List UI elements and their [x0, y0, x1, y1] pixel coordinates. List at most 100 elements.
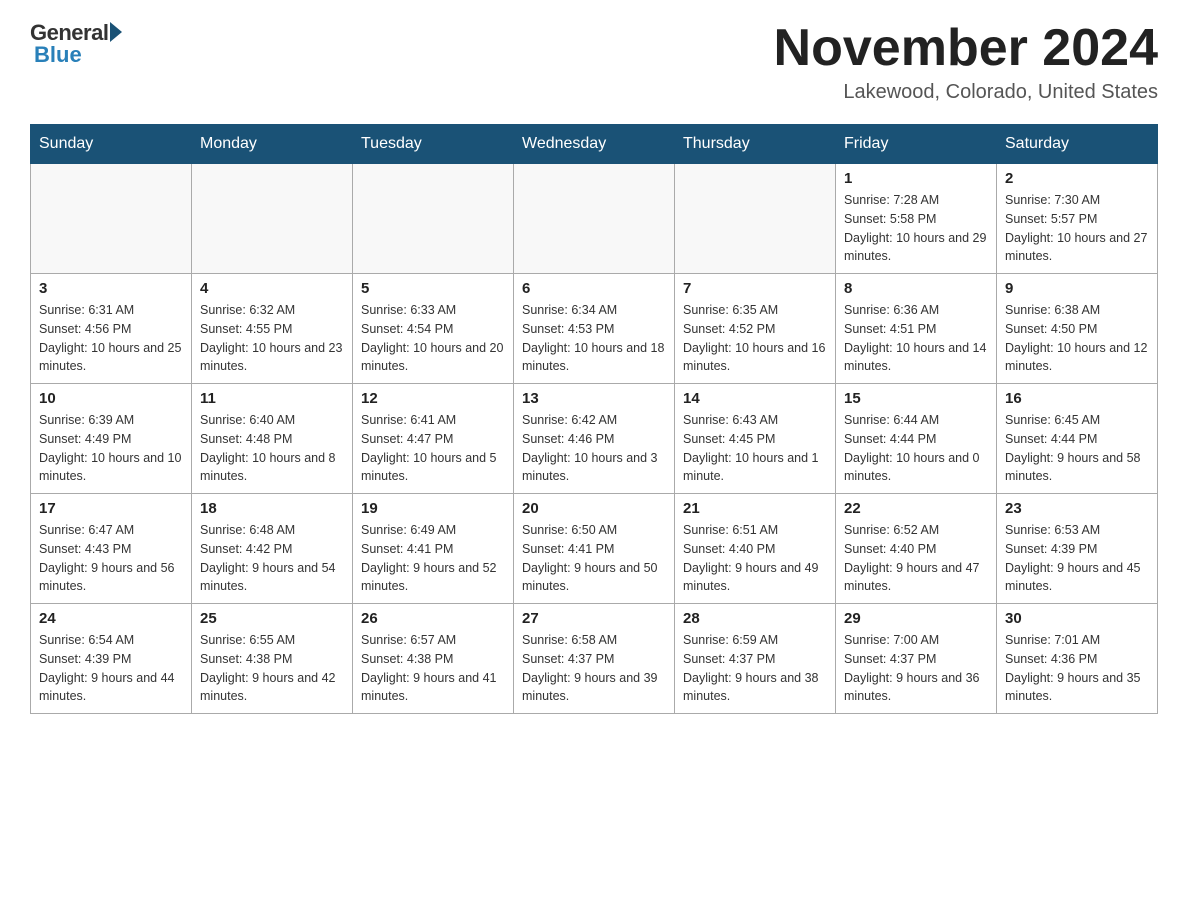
calendar-cell: 14 Sunrise: 6:43 AMSunset: 4:45 PMDayligh…	[675, 384, 836, 494]
calendar-cell: 20Sunrise: 6:50 AMSunset: 4:41 PMDayligh…	[514, 494, 675, 604]
day-info: Sunrise: 6:54 AMSunset: 4:39 PMDaylight:…	[39, 631, 183, 706]
day-info: Sunrise: 7:30 AMSunset: 5:57 PMDaylight:…	[1005, 191, 1149, 266]
day-info: Sunrise: 7:01 AMSunset: 4:36 PMDaylight:…	[1005, 631, 1149, 706]
day-info: Sunrise: 6:59 AMSunset: 4:37 PMDaylight:…	[683, 631, 827, 706]
calendar-cell: 5 Sunrise: 6:33 AMSunset: 4:54 PMDaylight…	[353, 274, 514, 384]
calendar-cell: 15 Sunrise: 6:44 AMSunset: 4:44 PMDayligh…	[836, 384, 997, 494]
day-of-week-header: Saturday	[997, 125, 1158, 164]
calendar-cell: 10 Sunrise: 6:39 AMSunset: 4:49 PMDayligh…	[31, 384, 192, 494]
calendar-table: SundayMondayTuesdayWednesdayThursdayFrid…	[30, 124, 1158, 714]
day-of-week-header: Monday	[192, 125, 353, 164]
calendar-week-row: 17Sunrise: 6:47 AMSunset: 4:43 PMDayligh…	[31, 494, 1158, 604]
day-info: Sunrise: 6:42 AMSunset: 4:46 PMDaylight:…	[522, 411, 666, 486]
day-number: 22	[844, 500, 988, 517]
day-info: Sunrise: 6:34 AMSunset: 4:53 PMDaylight:…	[522, 301, 666, 376]
calendar-cell: 29 Sunrise: 7:00 AMSunset: 4:37 PMDayligh…	[836, 604, 997, 714]
day-info: Sunrise: 6:51 AMSunset: 4:40 PMDaylight:…	[683, 521, 827, 596]
calendar-cell: 9 Sunrise: 6:38 AMSunset: 4:50 PMDaylight…	[997, 274, 1158, 384]
day-info: Sunrise: 6:57 AMSunset: 4:38 PMDaylight:…	[361, 631, 505, 706]
calendar-week-row: 1Sunrise: 7:28 AMSunset: 5:58 PMDaylight…	[31, 164, 1158, 274]
day-info: Sunrise: 6:32 AMSunset: 4:55 PMDaylight:…	[200, 301, 344, 376]
day-info: Sunrise: 6:35 AMSunset: 4:52 PMDaylight:…	[683, 301, 827, 376]
day-number: 30	[1005, 610, 1149, 627]
logo-blue-text: Blue	[34, 42, 82, 68]
day-number: 9	[1005, 280, 1149, 297]
calendar-cell: 8Sunrise: 6:36 AMSunset: 4:51 PMDaylight…	[836, 274, 997, 384]
day-of-week-header: Friday	[836, 125, 997, 164]
day-info: Sunrise: 6:38 AMSunset: 4:50 PMDaylight:…	[1005, 301, 1149, 376]
calendar-week-row: 24Sunrise: 6:54 AMSunset: 4:39 PMDayligh…	[31, 604, 1158, 714]
location-text: Lakewood, Colorado, United States	[774, 81, 1158, 104]
day-info: Sunrise: 6:55 AMSunset: 4:38 PMDaylight:…	[200, 631, 344, 706]
day-number: 3	[39, 280, 183, 297]
day-info: Sunrise: 6:41 AMSunset: 4:47 PMDaylight:…	[361, 411, 505, 486]
calendar-cell: 25 Sunrise: 6:55 AMSunset: 4:38 PMDayligh…	[192, 604, 353, 714]
day-info: Sunrise: 6:45 AMSunset: 4:44 PMDaylight:…	[1005, 411, 1149, 486]
calendar-cell: 6 Sunrise: 6:34 AMSunset: 4:53 PMDaylight…	[514, 274, 675, 384]
calendar-cell	[514, 164, 675, 274]
day-number: 10	[39, 390, 183, 407]
calendar-cell: 16Sunrise: 6:45 AMSunset: 4:44 PMDayligh…	[997, 384, 1158, 494]
calendar-cell: 19Sunrise: 6:49 AMSunset: 4:41 PMDayligh…	[353, 494, 514, 604]
calendar-week-row: 3Sunrise: 6:31 AMSunset: 4:56 PMDaylight…	[31, 274, 1158, 384]
day-number: 2	[1005, 170, 1149, 187]
day-info: Sunrise: 7:28 AMSunset: 5:58 PMDaylight:…	[844, 191, 988, 266]
day-number: 12	[361, 390, 505, 407]
day-of-week-header: Sunday	[31, 125, 192, 164]
day-number: 13	[522, 390, 666, 407]
day-info: Sunrise: 7:00 AMSunset: 4:37 PMDaylight:…	[844, 631, 988, 706]
calendar-cell: 18 Sunrise: 6:48 AMSunset: 4:42 PMDayligh…	[192, 494, 353, 604]
logo-arrow-icon	[110, 22, 122, 42]
day-number: 14	[683, 390, 827, 407]
logo: General Blue	[30, 20, 122, 68]
calendar-cell: 21 Sunrise: 6:51 AMSunset: 4:40 PMDayligh…	[675, 494, 836, 604]
day-of-week-header: Tuesday	[353, 125, 514, 164]
day-number: 28	[683, 610, 827, 627]
day-number: 25	[200, 610, 344, 627]
day-number: 23	[1005, 500, 1149, 517]
calendar-cell: 27 Sunrise: 6:58 AMSunset: 4:37 PMDayligh…	[514, 604, 675, 714]
calendar-week-row: 10 Sunrise: 6:39 AMSunset: 4:49 PMDayligh…	[31, 384, 1158, 494]
day-info: Sunrise: 6:58 AMSunset: 4:37 PMDaylight:…	[522, 631, 666, 706]
page-header: General Blue November 2024 Lakewood, Col…	[30, 20, 1158, 104]
calendar-cell: 2 Sunrise: 7:30 AMSunset: 5:57 PMDaylight…	[997, 164, 1158, 274]
day-info: Sunrise: 6:33 AMSunset: 4:54 PMDaylight:…	[361, 301, 505, 376]
day-number: 7	[683, 280, 827, 297]
calendar-cell	[31, 164, 192, 274]
calendar-cell: 12 Sunrise: 6:41 AMSunset: 4:47 PMDayligh…	[353, 384, 514, 494]
day-number: 5	[361, 280, 505, 297]
calendar-cell: 26 Sunrise: 6:57 AMSunset: 4:38 PMDayligh…	[353, 604, 514, 714]
calendar-cell: 13 Sunrise: 6:42 AMSunset: 4:46 PMDayligh…	[514, 384, 675, 494]
day-number: 4	[200, 280, 344, 297]
day-of-week-header: Wednesday	[514, 125, 675, 164]
day-info: Sunrise: 6:52 AMSunset: 4:40 PMDaylight:…	[844, 521, 988, 596]
title-section: November 2024 Lakewood, Colorado, United…	[774, 20, 1158, 104]
calendar-cell: 11Sunrise: 6:40 AMSunset: 4:48 PMDayligh…	[192, 384, 353, 494]
day-number: 26	[361, 610, 505, 627]
calendar-cell: 22 Sunrise: 6:52 AMSunset: 4:40 PMDayligh…	[836, 494, 997, 604]
calendar-cell: 23Sunrise: 6:53 AMSunset: 4:39 PMDayligh…	[997, 494, 1158, 604]
calendar-cell	[353, 164, 514, 274]
month-title: November 2024	[774, 20, 1158, 77]
day-number: 6	[522, 280, 666, 297]
day-number: 17	[39, 500, 183, 517]
calendar-cell: 30 Sunrise: 7:01 AMSunset: 4:36 PMDayligh…	[997, 604, 1158, 714]
day-number: 20	[522, 500, 666, 517]
calendar-cell: 17Sunrise: 6:47 AMSunset: 4:43 PMDayligh…	[31, 494, 192, 604]
calendar-cell: 1Sunrise: 7:28 AMSunset: 5:58 PMDaylight…	[836, 164, 997, 274]
day-info: Sunrise: 6:40 AMSunset: 4:48 PMDaylight:…	[200, 411, 344, 486]
calendar-cell: 7 Sunrise: 6:35 AMSunset: 4:52 PMDaylight…	[675, 274, 836, 384]
day-number: 15	[844, 390, 988, 407]
day-of-week-header: Thursday	[675, 125, 836, 164]
day-info: Sunrise: 6:48 AMSunset: 4:42 PMDaylight:…	[200, 521, 344, 596]
day-info: Sunrise: 6:43 AMSunset: 4:45 PMDaylight:…	[683, 411, 827, 486]
day-info: Sunrise: 6:39 AMSunset: 4:49 PMDaylight:…	[39, 411, 183, 486]
calendar-cell	[675, 164, 836, 274]
day-number: 21	[683, 500, 827, 517]
day-info: Sunrise: 6:49 AMSunset: 4:41 PMDaylight:…	[361, 521, 505, 596]
day-number: 27	[522, 610, 666, 627]
day-number: 18	[200, 500, 344, 517]
calendar-cell	[192, 164, 353, 274]
day-info: Sunrise: 6:44 AMSunset: 4:44 PMDaylight:…	[844, 411, 988, 486]
day-number: 29	[844, 610, 988, 627]
